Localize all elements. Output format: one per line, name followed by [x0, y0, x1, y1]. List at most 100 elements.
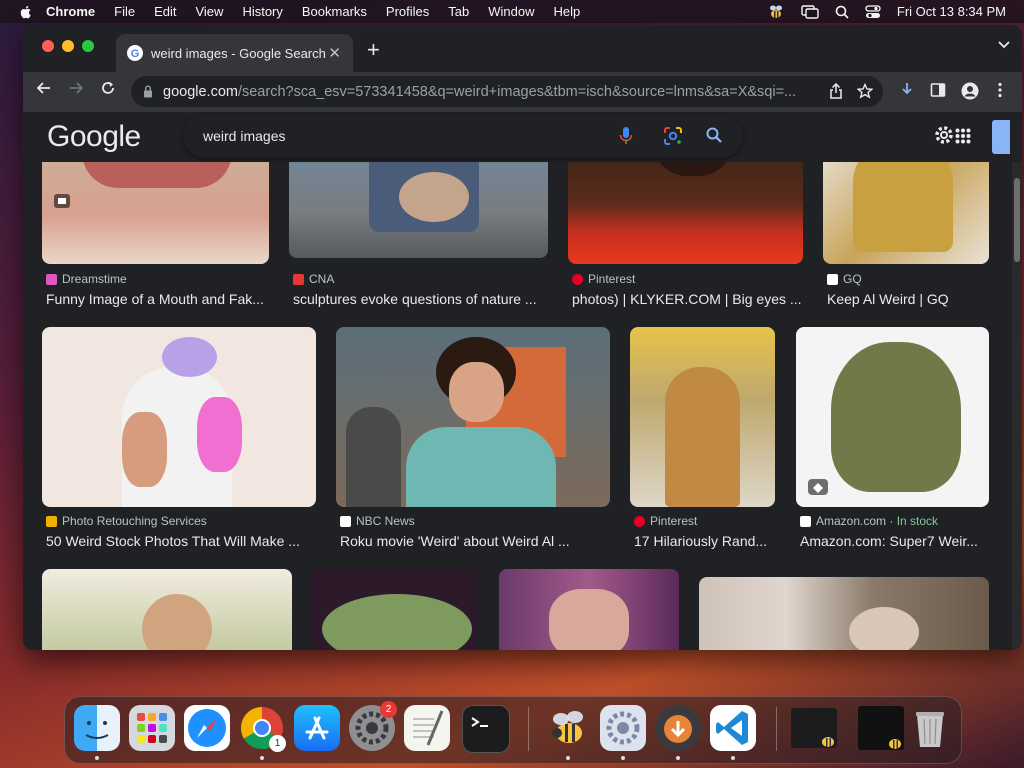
- chrome-badge: 1: [269, 735, 286, 752]
- bee-app-icon[interactable]: [545, 705, 591, 751]
- result-source-1[interactable]: Dreamstime: [46, 272, 127, 286]
- result-source-6[interactable]: NBC News: [340, 514, 415, 528]
- result-image-10[interactable]: [312, 569, 478, 650]
- result-source-8[interactable]: Amazon.com · In stock: [800, 514, 938, 528]
- result-title-6[interactable]: Roku movie 'Weird' about Weird Al ...: [340, 533, 610, 549]
- lock-icon[interactable]: [143, 85, 153, 98]
- result-title-8[interactable]: Amazon.com: Super7 Weir...: [800, 533, 990, 549]
- menu-tab[interactable]: Tab: [448, 4, 469, 19]
- google-lens-icon[interactable]: [663, 126, 683, 146]
- result-image-8[interactable]: [796, 327, 989, 507]
- menu-app-name[interactable]: Chrome: [46, 4, 95, 19]
- back-arrow-icon[interactable]: [36, 80, 52, 96]
- system-settings-icon[interactable]: 2: [349, 701, 397, 751]
- result-source-5[interactable]: Photo Retouching Services: [46, 514, 207, 528]
- vscode-icon[interactable]: [710, 705, 756, 751]
- chevron-down-icon[interactable]: [998, 41, 1010, 49]
- result-source-4[interactable]: GQ: [827, 272, 862, 286]
- result-image-12[interactable]: [699, 577, 989, 650]
- result-source-7[interactable]: Pinterest: [634, 514, 697, 528]
- result-image-9[interactable]: [42, 569, 292, 650]
- menu-view[interactable]: View: [195, 4, 223, 19]
- download-arrow-icon[interactable]: [900, 82, 914, 98]
- result-title-5[interactable]: 50 Weird Stock Photos That Will Make ...: [46, 533, 316, 549]
- amazon-favicon-icon: [800, 515, 811, 527]
- launchpad-icon[interactable]: [129, 705, 175, 751]
- bee-running-dot: [566, 756, 570, 760]
- minimized-window-1[interactable]: [791, 708, 837, 748]
- preferences-icon[interactable]: [600, 705, 646, 751]
- google-header: Google weird images: [23, 112, 1012, 162]
- result-image-11[interactable]: [499, 569, 679, 650]
- tab-google-search[interactable]: G weird images - Google Search ✕: [116, 34, 353, 72]
- microphone-icon[interactable]: [619, 126, 633, 146]
- menu-file[interactable]: File: [114, 4, 135, 19]
- finder-face-icon: [85, 721, 109, 739]
- result-title-3[interactable]: photos) | KLYKER.COM | Big eyes ...: [572, 291, 807, 307]
- terminal-icon[interactable]: [462, 705, 510, 753]
- cna-favicon-icon: [293, 273, 304, 285]
- finder-icon[interactable]: [74, 705, 120, 751]
- google-logo[interactable]: Google: [47, 120, 141, 154]
- source-label: CNA: [309, 272, 335, 286]
- google-apps-icon[interactable]: [955, 128, 971, 144]
- bookmark-star-icon[interactable]: [857, 83, 873, 99]
- dock-separator: [776, 707, 777, 751]
- forward-arrow-icon[interactable]: [68, 80, 84, 96]
- side-panel-icon[interactable]: [930, 82, 946, 98]
- trash-icon[interactable]: [907, 705, 953, 751]
- scrollbar-thumb[interactable]: [1014, 178, 1020, 262]
- menu-profiles[interactable]: Profiles: [386, 4, 429, 19]
- minimize-window-button[interactable]: [62, 40, 74, 52]
- result-source-3[interactable]: Pinterest: [572, 272, 635, 286]
- spotlight-search-icon[interactable]: [835, 5, 849, 19]
- menu-window[interactable]: Window: [488, 4, 534, 19]
- minimized-window-2[interactable]: [858, 706, 904, 750]
- address-bar[interactable]: google.com /search?sca_esv=573341458&q=w…: [131, 76, 883, 107]
- menu-edit[interactable]: Edit: [154, 4, 176, 19]
- source-label: Pinterest: [650, 514, 698, 528]
- menu-clock[interactable]: Fri Oct 13 8:34 PM: [897, 4, 1006, 19]
- result-title-2[interactable]: sculptures evoke questions of nature ...: [293, 291, 548, 307]
- zoom-window-button[interactable]: [82, 40, 94, 52]
- kebab-menu-icon[interactable]: [998, 82, 1002, 98]
- bee-status-icon[interactable]: [767, 4, 785, 20]
- chrome-icon[interactable]: 1: [239, 705, 286, 752]
- result-title-7[interactable]: 17 Hilariously Rand...: [634, 533, 779, 549]
- close-window-button[interactable]: [42, 40, 54, 52]
- safari-icon[interactable]: [184, 705, 230, 751]
- app-store-icon[interactable]: [294, 705, 340, 751]
- profile-avatar-icon[interactable]: [961, 82, 979, 100]
- result-image-5[interactable]: [42, 327, 316, 507]
- downloader-icon[interactable]: [655, 705, 701, 751]
- control-center-icon[interactable]: [865, 4, 881, 19]
- result-title-1[interactable]: Funny Image of a Mouth and Fak...: [46, 291, 271, 307]
- browser-toolbar: google.com /search?sca_esv=573341458&q=w…: [23, 72, 1022, 112]
- share-icon[interactable]: [829, 83, 843, 99]
- photo-retouching-favicon-icon: [46, 515, 57, 527]
- close-tab-icon[interactable]: ✕: [328, 44, 341, 62]
- vertical-scrollbar[interactable]: [1012, 162, 1022, 650]
- menu-bar: Chrome File Edit View History Bookmarks …: [0, 0, 1024, 23]
- menu-bookmarks[interactable]: Bookmarks: [302, 4, 367, 19]
- result-image-7[interactable]: [630, 327, 775, 507]
- result-image-6[interactable]: [336, 327, 610, 507]
- bee-mini-icon: [822, 737, 834, 747]
- search-query[interactable]: weird images: [203, 128, 285, 144]
- source-separator: ·: [886, 514, 897, 528]
- menu-help[interactable]: Help: [554, 4, 581, 19]
- gear-icon[interactable]: [933, 124, 955, 146]
- chrome-running-dot: [260, 756, 264, 760]
- sign-in-button[interactable]: [992, 120, 1010, 154]
- textedit-icon[interactable]: [404, 705, 450, 751]
- new-tab-button[interactable]: +: [367, 37, 380, 63]
- apple-icon[interactable]: [18, 4, 34, 20]
- screen-mirroring-icon[interactable]: [801, 4, 819, 19]
- reload-icon[interactable]: [100, 80, 116, 96]
- preferences-running-dot: [621, 756, 625, 760]
- search-box[interactable]: weird images: [183, 114, 743, 158]
- result-source-2[interactable]: CNA: [293, 272, 334, 286]
- result-title-4[interactable]: Keep Al Weird | GQ: [827, 291, 992, 307]
- menu-history[interactable]: History: [242, 4, 282, 19]
- search-icon[interactable]: [705, 126, 723, 144]
